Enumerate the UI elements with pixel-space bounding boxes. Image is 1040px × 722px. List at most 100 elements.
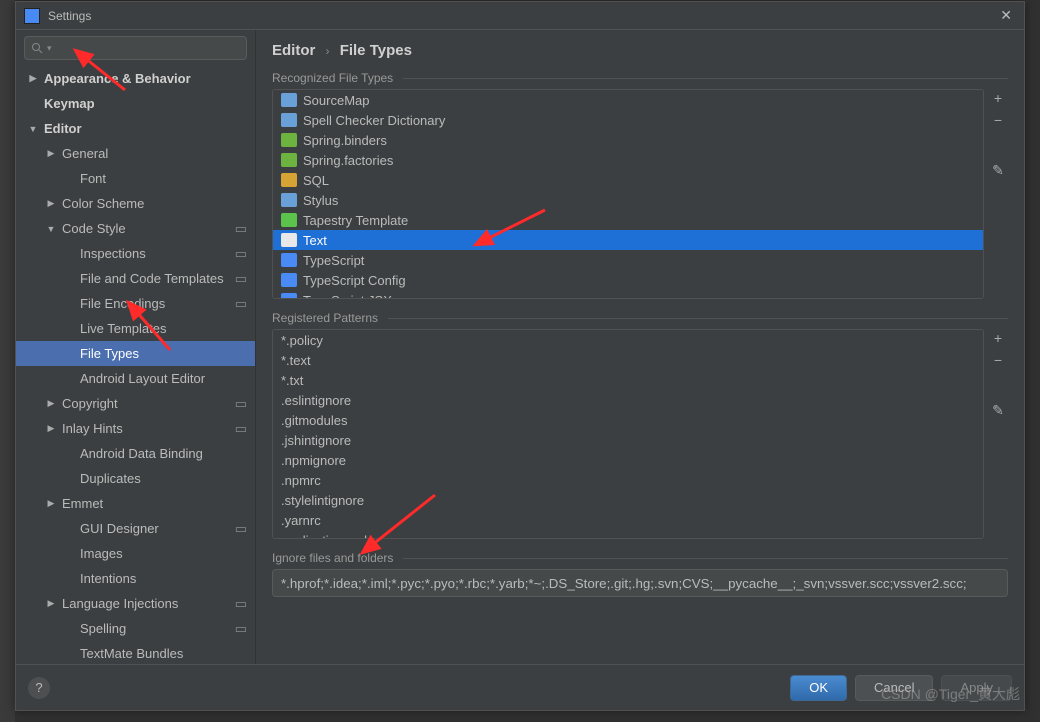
- sidebar-item[interactable]: ▶Color Scheme: [16, 191, 255, 216]
- sidebar-item[interactable]: GUI Designer▭: [16, 516, 255, 541]
- file-type-row[interactable]: Spell Checker Dictionary: [273, 110, 983, 130]
- sidebar-item-label: Spelling: [80, 621, 126, 636]
- sidebar-item[interactable]: ▶General: [16, 141, 255, 166]
- sidebar-item[interactable]: File and Code Templates ▭: [16, 266, 255, 291]
- dialog-footer: ? OK Cancel Apply: [16, 664, 1024, 710]
- scope-badge-icon: ▭: [235, 596, 247, 612]
- titlebar: Settings ✕: [16, 2, 1024, 30]
- file-type-row[interactable]: Stylus: [273, 190, 983, 210]
- scope-badge-icon: ▭: [235, 296, 247, 312]
- sidebar-item-label: Android Data Binding: [80, 446, 203, 461]
- sidebar-item-label: Android Layout Editor: [80, 371, 205, 386]
- sidebar-item[interactable]: Images: [16, 541, 255, 566]
- sidebar-item[interactable]: Android Layout Editor: [16, 366, 255, 391]
- sidebar-item[interactable]: TextMate Bundles: [16, 641, 255, 664]
- sidebar-item[interactable]: ▶Inlay Hints▭: [16, 416, 255, 441]
- sidebar-item[interactable]: Intentions: [16, 566, 255, 591]
- breadcrumb: Editor › File Types: [256, 30, 1024, 67]
- pattern-row[interactable]: *.txt: [273, 370, 983, 390]
- file-type-row[interactable]: TypeScript Config: [273, 270, 983, 290]
- sidebar-item[interactable]: ▶Language Injections▭: [16, 591, 255, 616]
- sidebar-item[interactable]: Spelling ▭: [16, 616, 255, 641]
- file-type-icon: [281, 273, 297, 287]
- file-type-row[interactable]: Spring.binders: [273, 130, 983, 150]
- sidebar-item[interactable]: File Types: [16, 341, 255, 366]
- sidebar-item[interactable]: ▼Code Style▭: [16, 216, 255, 241]
- file-types-tools: + − ✎: [988, 89, 1008, 299]
- sidebar-item[interactable]: Font: [16, 166, 255, 191]
- breadcrumb-part: File Types: [340, 42, 412, 59]
- file-type-icon: [281, 193, 297, 207]
- settings-main: Editor › File Types Recognized File Type…: [256, 30, 1024, 664]
- file-type-label: Spell Checker Dictionary: [303, 113, 445, 128]
- pattern-row[interactable]: application.yml: [273, 530, 983, 539]
- pattern-row[interactable]: .gitmodules: [273, 410, 983, 430]
- sidebar-item[interactable]: Inspections▭: [16, 241, 255, 266]
- sidebar-item-label: General: [62, 146, 108, 161]
- sidebar-item[interactable]: ▶Emmet: [16, 491, 255, 516]
- edit-icon[interactable]: ✎: [992, 163, 1004, 177]
- pattern-row[interactable]: .yarnrc: [273, 510, 983, 530]
- ignore-input[interactable]: [272, 569, 1008, 597]
- sidebar-item[interactable]: ▶Copyright▭: [16, 391, 255, 416]
- file-type-icon: [281, 253, 297, 267]
- add-icon[interactable]: +: [994, 331, 1002, 345]
- file-type-row[interactable]: TypeScript JSX: [273, 290, 983, 299]
- file-type-label: Stylus: [303, 193, 338, 208]
- expand-arrow-icon: ▶: [28, 73, 38, 84]
- remove-icon[interactable]: −: [994, 113, 1002, 127]
- pattern-row[interactable]: .jshintignore: [273, 430, 983, 450]
- pattern-row[interactable]: *.policy: [273, 330, 983, 350]
- file-type-label: TypeScript JSX: [303, 293, 392, 300]
- file-type-row[interactable]: Tapestry Template: [273, 210, 983, 230]
- search-input[interactable]: ▾: [24, 36, 247, 60]
- sidebar-item[interactable]: ▼Editor: [16, 116, 255, 141]
- sidebar-item-label: File and Code Templates: [80, 271, 224, 286]
- sidebar-item-label: Inspections: [80, 246, 146, 261]
- sidebar-item[interactable]: File Encodings ▭: [16, 291, 255, 316]
- pattern-row[interactable]: .stylelintignore: [273, 490, 983, 510]
- sidebar-item[interactable]: ▶Appearance & Behavior: [16, 66, 255, 91]
- pattern-row[interactable]: *.text: [273, 350, 983, 370]
- file-type-row[interactable]: Text: [273, 230, 983, 250]
- sidebar-item[interactable]: Keymap: [16, 91, 255, 116]
- file-type-icon: [281, 213, 297, 227]
- recognized-section: Recognized File Types SourceMap Spell Che…: [256, 67, 1024, 307]
- patterns-list[interactable]: *.policy*.text*.txt.eslintignore.gitmodu…: [272, 329, 984, 539]
- section-label: Recognized File Types: [272, 67, 1008, 89]
- sidebar-item[interactable]: Live Templates: [16, 316, 255, 341]
- app-icon: [24, 8, 40, 24]
- sidebar-item[interactable]: Android Data Binding: [16, 441, 255, 466]
- scope-badge-icon: ▭: [235, 621, 247, 637]
- file-type-row[interactable]: TypeScript: [273, 250, 983, 270]
- pattern-row[interactable]: .eslintignore: [273, 390, 983, 410]
- scope-badge-icon: ▭: [235, 271, 247, 287]
- settings-dialog: Settings ✕ ▾ ▶Appearance & BehaviorKeyma…: [15, 1, 1025, 711]
- file-type-row[interactable]: SourceMap: [273, 90, 983, 110]
- sidebar-item-label: Inlay Hints: [62, 421, 123, 436]
- dialog-body: ▾ ▶Appearance & BehaviorKeymap▼Editor▶Ge…: [16, 30, 1024, 664]
- sidebar-item[interactable]: Duplicates: [16, 466, 255, 491]
- file-type-icon: [281, 93, 297, 107]
- file-types-list[interactable]: SourceMap Spell Checker Dictionary Spring.…: [272, 89, 984, 299]
- file-type-label: TypeScript: [303, 253, 364, 268]
- settings-tree[interactable]: ▶Appearance & BehaviorKeymap▼Editor▶Gene…: [16, 66, 255, 664]
- file-type-label: SourceMap: [303, 93, 369, 108]
- close-icon[interactable]: ✕: [996, 7, 1016, 24]
- help-icon[interactable]: ?: [28, 677, 50, 699]
- patterns-section: Registered Patterns *.policy*.text*.txt.…: [256, 307, 1024, 547]
- ok-button[interactable]: OK: [790, 675, 847, 701]
- pattern-row[interactable]: .npmignore: [273, 450, 983, 470]
- sidebar-item-label: Language Injections: [62, 596, 178, 611]
- file-type-row[interactable]: SQL: [273, 170, 983, 190]
- expand-arrow-icon: ▶: [46, 423, 56, 434]
- sidebar-item-label: Images: [80, 546, 123, 561]
- remove-icon[interactable]: −: [994, 353, 1002, 367]
- edit-icon[interactable]: ✎: [992, 403, 1004, 417]
- sidebar-item-label: Editor: [44, 121, 82, 136]
- pattern-row[interactable]: .npmrc: [273, 470, 983, 490]
- file-type-label: Spring.factories: [303, 153, 393, 168]
- file-type-row[interactable]: Spring.factories: [273, 150, 983, 170]
- add-icon[interactable]: +: [994, 91, 1002, 105]
- sidebar-item-label: File Encodings: [80, 296, 165, 311]
